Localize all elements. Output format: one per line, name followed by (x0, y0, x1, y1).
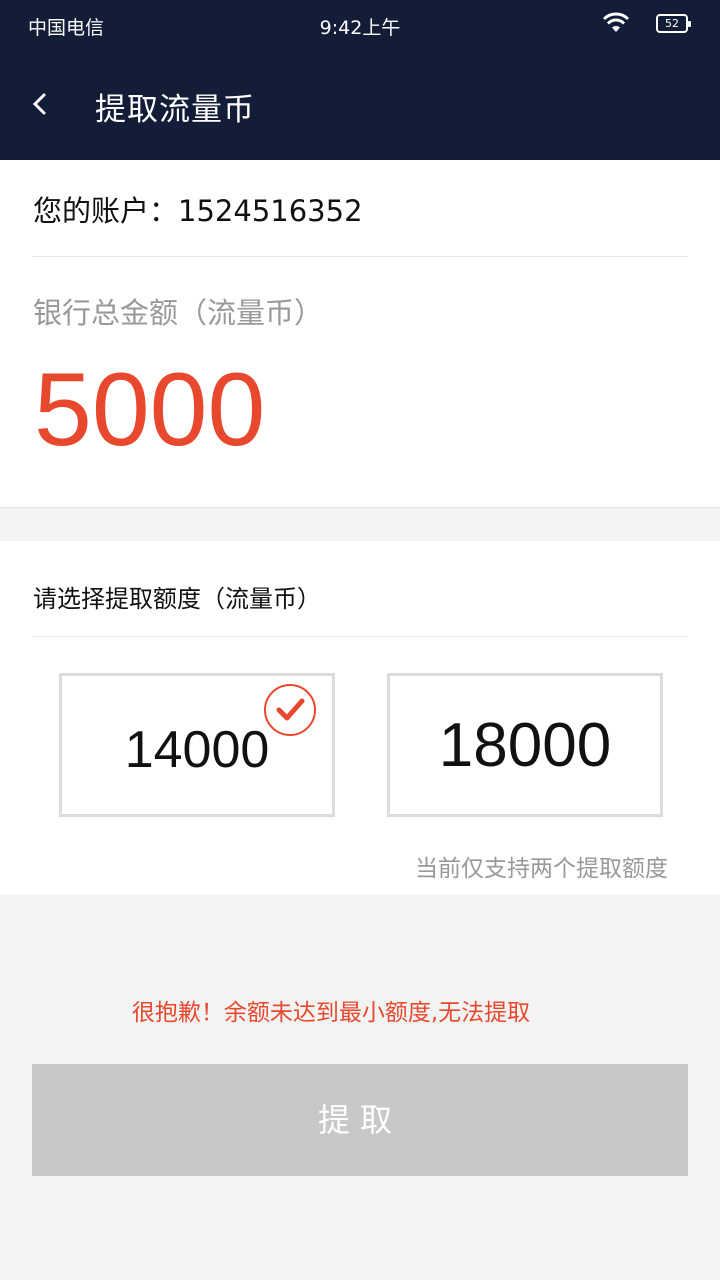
divider (32, 256, 688, 257)
wifi-icon (602, 12, 630, 38)
nav-bar: 提取流量币 (0, 50, 720, 160)
status-bar: 中国电信 9:42上午 52 (0, 0, 720, 50)
amount-hint: 当前仅支持两个提取额度 (415, 856, 668, 882)
amount-option-14000[interactable]: 14000 (59, 673, 335, 817)
account-number: 1524516352 (178, 194, 363, 228)
account-line: 您的账户：1524516352 (33, 188, 363, 230)
account-card: 您的账户：1524516352 银行总金额（流量币） 5000 (0, 160, 720, 508)
balance-label: 银行总金额（流量币） (33, 296, 324, 330)
account-label: 您的账户： (33, 194, 179, 228)
error-message: 很抱歉！余额未达到最小额度,无法提取 (131, 1000, 531, 1026)
chevron-left-icon[interactable] (26, 86, 58, 122)
withdraw-label: 请选择提取额度（流量币） (33, 585, 321, 613)
withdraw-card: 请选择提取额度（流量币） 14000 18000 当前仅支持两个提取额度 (0, 541, 720, 895)
page-title: 提取流量币 (95, 92, 255, 128)
withdraw-button[interactable]: 提取 (32, 1064, 688, 1176)
battery-icon: 52 (656, 14, 691, 33)
divider (32, 636, 688, 637)
balance-value: 5000 (34, 352, 266, 468)
amount-option-18000[interactable]: 18000 (387, 673, 663, 817)
checkmark-icon (264, 684, 316, 736)
amount-value: 18000 (438, 711, 612, 780)
